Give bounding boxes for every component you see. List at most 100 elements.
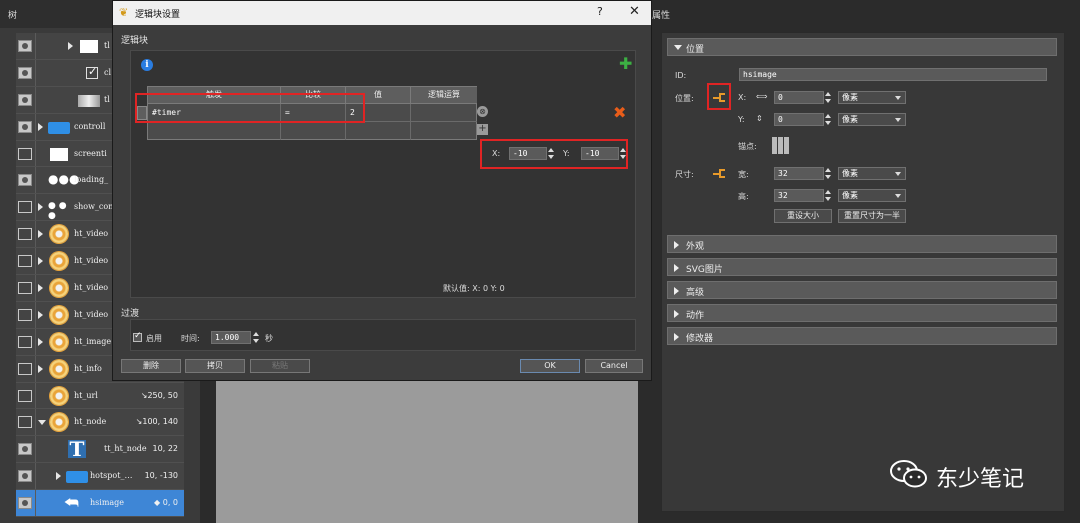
tree-row-label: controll [74,121,106,131]
column-header-logic-op: 逻辑运算 [411,87,477,104]
visibility-toggle[interactable] [18,470,32,483]
hotspot-icon [50,359,68,378]
expand-arrow-icon[interactable] [68,42,73,50]
section-modifiers[interactable]: 修改器 [667,327,1057,345]
collapse-arrow-icon[interactable] [38,420,46,426]
visibility-toggle[interactable] [18,228,32,241]
height-input[interactable]: 32 [774,189,824,202]
x-input[interactable]: 0 [774,91,824,104]
ok-button[interactable]: OK [520,359,580,373]
y-spinner[interactable] [824,113,832,126]
value-cell[interactable] [346,122,411,140]
add-block-icon[interactable]: ✚ [619,56,632,72]
time-spinner[interactable] [252,331,260,344]
info-icon[interactable]: i [141,59,153,71]
tree-row-label: show_con [74,202,114,212]
section-position[interactable]: 位置 [667,38,1057,56]
y-unit-select[interactable]: 像素 [838,113,906,126]
expand-arrow-icon[interactable] [38,310,43,319]
section-svg-image[interactable]: SVG图片 [667,258,1057,276]
height-unit-select[interactable]: 像素 [838,189,906,202]
tree-row[interactable]: Ttt_ht_node 10, 22 [16,436,184,464]
visibility-toggle[interactable] [18,40,32,52]
visibility-toggle[interactable] [18,389,32,402]
close-button[interactable]: ✕ [629,4,640,19]
section-advanced[interactable]: 高级 [667,281,1057,299]
x-label: X: [738,93,747,102]
highlight-box [480,139,628,169]
tree-row[interactable]: ht_url ↘250, 50 [16,382,184,410]
anchor-label: 锚点: [738,142,757,151]
trigger-cell[interactable] [148,122,281,140]
expand-arrow-icon[interactable] [38,230,43,239]
width-unit-select[interactable]: 像素 [838,167,906,180]
height-spinner[interactable] [824,189,832,202]
tree-row-label: ht_url [74,390,98,400]
logic-op-cell[interactable] [411,104,477,122]
reset-half-size-button[interactable]: 重置尺寸为一半 [838,209,906,223]
watermark-text: 东少笔记 [936,467,1025,492]
time-input[interactable]: 1.000 [211,331,251,344]
add-row-icon[interactable]: + [477,124,488,135]
expand-arrow-icon[interactable] [56,472,61,481]
delete-button[interactable]: 删除 [121,359,181,373]
section-title: 动作 [686,311,705,321]
expand-arrow-icon[interactable] [38,284,43,293]
logic-op-cell[interactable] [411,122,477,140]
visibility-toggle[interactable] [18,120,32,133]
section-title: SVG图片 [686,265,723,275]
tree-row-position: 10, -130 [144,471,178,481]
anchor-grid-icon[interactable] [772,137,789,154]
expand-arrow-icon[interactable] [38,203,43,212]
collapse-arrow-icon [674,45,682,50]
visibility-toggle[interactable] [18,201,32,214]
delete-row-icon[interactable]: ⊗ [477,106,488,117]
x-spinner[interactable] [824,91,832,104]
copy-button[interactable]: 拷贝 [185,359,245,373]
visibility-toggle[interactable] [18,416,32,429]
y-input[interactable]: 0 [774,113,824,126]
visibility-toggle[interactable] [18,147,32,160]
dialog-titlebar[interactable]: ❦ 逻辑块设置 ? ✕ [113,1,651,25]
id-field[interactable]: hsimage [739,68,1047,81]
cancel-button[interactable]: Cancel [585,359,643,373]
tree-row-label: cl [104,67,112,77]
enable-transition-checkbox[interactable]: ✓ [133,331,142,342]
visibility-toggle[interactable] [18,335,32,348]
expand-arrow-icon[interactable] [38,364,43,373]
visibility-toggle[interactable] [18,362,32,375]
expand-arrow-icon[interactable] [38,122,43,131]
expand-arrow-icon[interactable] [38,337,43,346]
visibility-toggle[interactable] [18,497,32,510]
visibility-toggle[interactable] [18,308,32,321]
section-appearance[interactable]: 外观 [667,235,1057,253]
properties-panel: 位置 ID: hsimage 位置: X: ⟺ 0 像素 Y: ⇕ 0 像素 锚… [661,32,1065,512]
expand-arrow-icon[interactable] [38,257,43,266]
visibility-toggle[interactable] [18,282,32,295]
visibility-toggle[interactable] [18,66,32,79]
reset-size-button[interactable]: 重设大小 [774,209,832,223]
compare-cell[interactable] [281,122,346,140]
tree-row[interactable]: ht_node ↘100, 140 [16,409,184,437]
visibility-toggle[interactable] [18,443,32,456]
x-unit-select[interactable]: 像素 [838,91,906,104]
paste-button[interactable]: 粘贴 [250,359,310,373]
delete-block-icon[interactable]: ✖ [613,103,626,122]
link-icon[interactable] [713,168,727,180]
visibility-toggle[interactable] [18,93,32,106]
preview-canvas[interactable] [216,380,638,523]
tree-row-label: tl [104,94,110,104]
tree-row-label: ht_info [74,363,102,373]
width-spinner[interactable] [824,167,832,180]
highlight-box [707,83,731,110]
vertical-arrows-icon: ⇕ [756,114,763,123]
tree-row-selected[interactable]: ⮪ hsimage ◆ 0, 0 [16,490,184,518]
transition-area: ✓ 启用 时间: 1.000 秒 [130,319,636,351]
tree-row[interactable]: hotspot_… 10, -130 [16,463,184,491]
width-input[interactable]: 32 [774,167,824,180]
visibility-toggle[interactable] [18,255,32,268]
tree-panel-title: 树 [8,11,18,21]
visibility-toggle[interactable] [18,174,32,187]
help-button[interactable]: ? [597,5,603,18]
section-actions[interactable]: 动作 [667,304,1057,322]
